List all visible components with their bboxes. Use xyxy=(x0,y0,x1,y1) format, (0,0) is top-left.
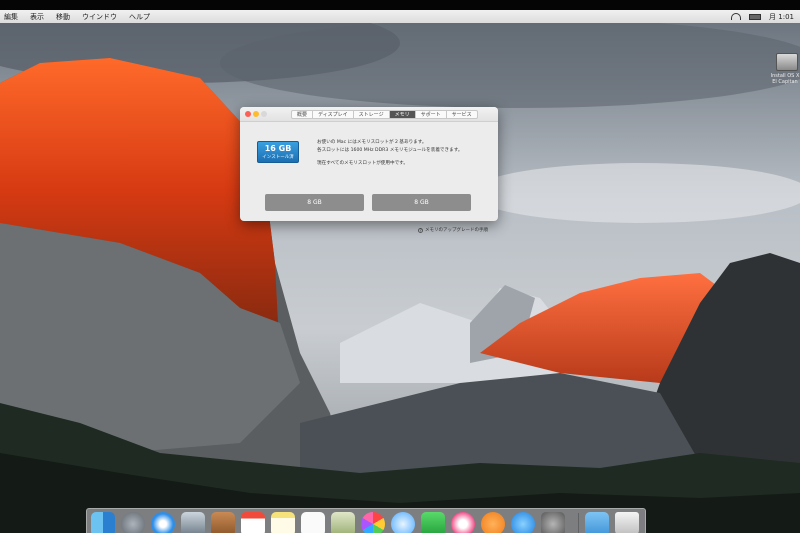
info-line-slots: お使いの Mac にはメモリスロットが 2 基あります。 xyxy=(317,140,427,145)
notes-icon[interactable] xyxy=(271,512,295,533)
calendar-icon[interactable] xyxy=(241,512,265,533)
trash-icon[interactable] xyxy=(615,512,639,533)
tab-overview[interactable]: 概要 xyxy=(291,110,314,119)
system-preferences-icon[interactable] xyxy=(541,512,565,533)
close-button[interactable] xyxy=(245,111,251,117)
tab-support[interactable]: サポート xyxy=(415,110,447,119)
memory-installed-label: インストール済 xyxy=(262,155,294,160)
menu-clock[interactable]: 月 1:01 xyxy=(769,12,794,22)
menu-go[interactable]: 移動 xyxy=(56,12,70,22)
tab-storage[interactable]: ストレージ xyxy=(353,110,390,119)
menu-edit[interactable]: 編集 xyxy=(4,12,18,22)
tab-service[interactable]: サービス xyxy=(446,110,478,119)
info-line-spec: 各スロットには 1600 MHz DDR3 メモリモジュールを装着できます。 xyxy=(317,148,463,153)
memory-size: 16 GB xyxy=(264,144,292,153)
photos-icon[interactable] xyxy=(361,512,385,533)
tab-displays[interactable]: ディスプレイ xyxy=(313,110,354,119)
contacts-icon[interactable] xyxy=(211,512,235,533)
finder-icon[interactable] xyxy=(91,512,115,533)
memory-upgrade-link[interactable]: ? メモリのアップグレードの手順 xyxy=(418,227,488,233)
reminders-icon[interactable] xyxy=(301,512,325,533)
facetime-icon[interactable] xyxy=(421,512,445,533)
disk-icon[interactable] xyxy=(776,53,798,71)
minimize-button[interactable] xyxy=(253,111,259,117)
zoom-button[interactable] xyxy=(261,111,267,117)
desktop: Install OS X El Capitan 概要 ディスプレイ ストレージ … xyxy=(0,23,800,533)
status-area: 月 1:01 xyxy=(731,10,794,23)
tab-memory[interactable]: メモリ xyxy=(389,110,416,119)
photo-booth-icon[interactable] xyxy=(181,512,205,533)
battery-icon[interactable] xyxy=(749,13,762,20)
disk-label: Install OS X El Capitan xyxy=(770,73,800,85)
upgrade-link-label: メモリのアップグレードの手順 xyxy=(425,228,488,233)
preview-icon[interactable] xyxy=(331,512,355,533)
tab-bar: 概要 ディスプレイ ストレージ メモリ サポート サービス xyxy=(291,110,478,119)
messages-icon[interactable] xyxy=(391,512,415,533)
memory-slot-1: 8 GB xyxy=(265,194,364,211)
dock-separator xyxy=(578,513,579,533)
memory-info: お使いの Mac にはメモリスロットが 2 基あります。 各スロットには 160… xyxy=(317,139,462,168)
ibooks-icon[interactable] xyxy=(481,512,505,533)
menu-window[interactable]: ウインドウ xyxy=(82,12,117,22)
safari-icon[interactable] xyxy=(151,512,175,533)
help-icon: ? xyxy=(418,227,423,233)
memory-slot-2: 8 GB xyxy=(372,194,471,211)
dock xyxy=(86,508,646,533)
info-line-status: 現在すべてのメモリスロットが使用中です。 xyxy=(317,161,408,166)
menu-view[interactable]: 表示 xyxy=(30,12,44,22)
memory-badge: 16 GB インストール済 xyxy=(257,141,299,163)
menu-help[interactable]: ヘルプ xyxy=(129,12,150,22)
downloads-folder-icon[interactable] xyxy=(585,512,609,533)
itunes-icon[interactable] xyxy=(451,512,475,533)
screen-bezel xyxy=(0,0,800,10)
wifi-icon[interactable] xyxy=(731,13,742,20)
window-titlebar[interactable]: 概要 ディスプレイ ストレージ メモリ サポート サービス xyxy=(240,107,498,122)
about-this-mac-window: 概要 ディスプレイ ストレージ メモリ サポート サービス 16 GB インスト… xyxy=(240,107,498,233)
wallpaper xyxy=(0,23,800,533)
app-store-icon[interactable] xyxy=(511,512,535,533)
launchpad-icon[interactable] xyxy=(121,512,145,533)
menu-bar: 編集 表示 移動 ウインドウ ヘルプ 月 1:01 xyxy=(0,10,800,23)
